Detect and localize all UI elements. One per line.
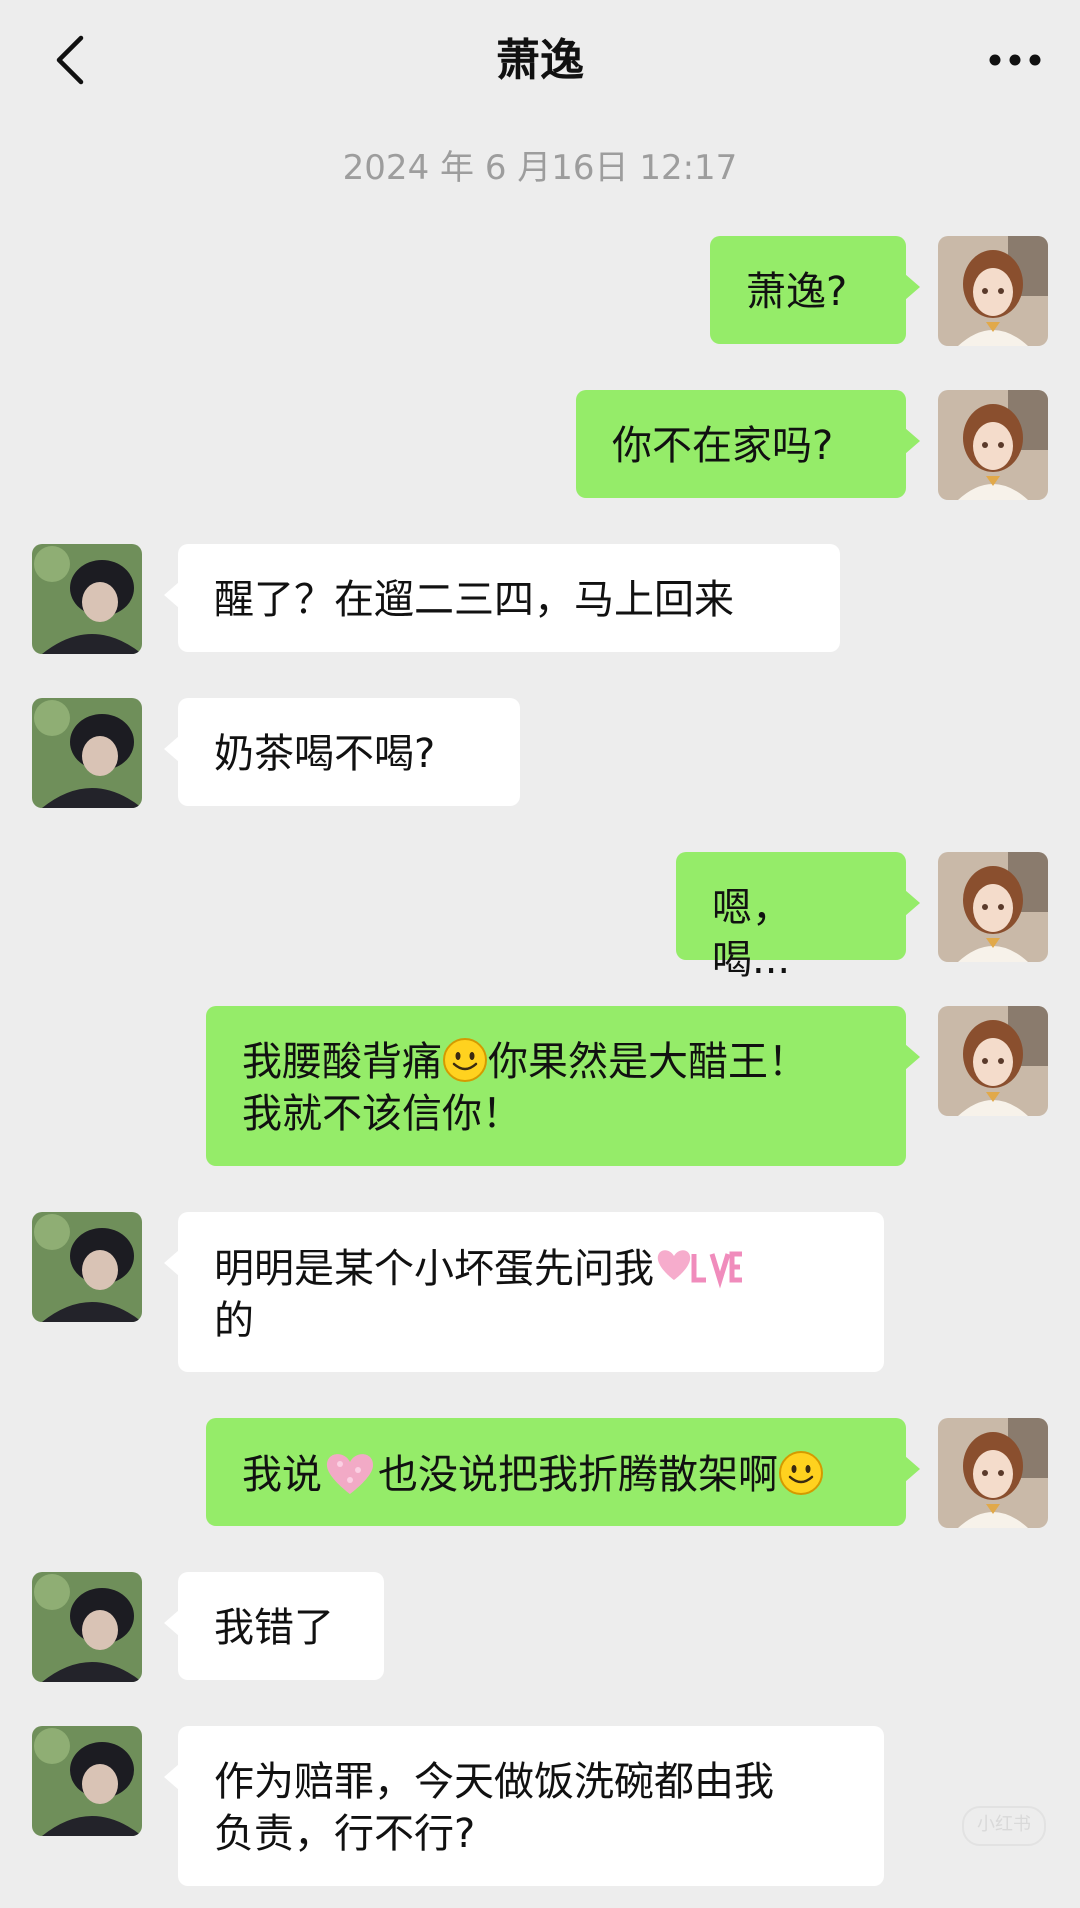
avatar[interactable] bbox=[32, 1572, 142, 1682]
message-bubble[interactable]: 醒了？在遛二三四，马上回来 bbox=[164, 544, 840, 652]
user-avatar-image bbox=[938, 1418, 1048, 1528]
smile-emoji bbox=[779, 1451, 823, 1495]
user-avatar-image bbox=[938, 852, 1048, 962]
message-bubble[interactable]: 我说 也没说把我折腾散架啊 bbox=[206, 1418, 920, 1526]
heart-sticker bbox=[326, 1454, 374, 1494]
avatar[interactable] bbox=[938, 390, 1048, 500]
avatar[interactable] bbox=[938, 1006, 1048, 1116]
message-text: 的 bbox=[214, 1298, 254, 1344]
message-text: 也没说把我折腾散架啊 bbox=[378, 1452, 778, 1498]
avatar[interactable] bbox=[32, 1212, 142, 1322]
avatar[interactable] bbox=[32, 544, 142, 654]
message-text: 我说 bbox=[242, 1452, 322, 1498]
user-avatar-image bbox=[938, 1006, 1048, 1116]
message-text: 明明是某个小坏蛋先问我 bbox=[214, 1246, 654, 1292]
message-text: 负责，行不行? bbox=[214, 1811, 476, 1857]
message-bubble[interactable]: 你不在家吗? bbox=[576, 390, 920, 498]
love-sticker bbox=[657, 1250, 742, 1289]
message-bubble[interactable]: 作为赔罪，今天做饭洗碗都由我 负责，行不行? bbox=[164, 1726, 884, 1886]
chat-title: 萧逸 bbox=[496, 35, 584, 86]
message-text: 奶茶喝不喝? bbox=[214, 731, 436, 777]
contact-avatar-image bbox=[32, 1726, 142, 1836]
contact-avatar-image bbox=[32, 1212, 142, 1322]
contact-avatar-image bbox=[32, 698, 142, 808]
avatar[interactable] bbox=[938, 852, 1048, 962]
message-bubble[interactable]: 嗯，喝... bbox=[676, 852, 920, 983]
message-bubble[interactable]: 奶茶喝不喝? bbox=[164, 698, 520, 806]
message-text: 我就不该信你！ bbox=[242, 1091, 522, 1137]
message-text: 你不在家吗? bbox=[612, 423, 834, 469]
message-text: 嗯，喝... bbox=[712, 885, 792, 983]
message-text: 你果然是大醋王！ bbox=[488, 1039, 808, 1085]
more-horizontal-icon bbox=[989, 54, 1041, 66]
chat-header: 萧逸 bbox=[0, 0, 1080, 122]
contact-avatar-image bbox=[32, 544, 142, 654]
message-bubble[interactable]: 明明是某个小坏蛋先问我 的 bbox=[164, 1212, 884, 1372]
avatar[interactable] bbox=[938, 236, 1048, 346]
message-text: 萧逸? bbox=[746, 269, 848, 315]
message-bubble[interactable]: 我腰酸背痛 你果然是大醋王！ 我就不该信你！ bbox=[206, 1006, 920, 1166]
message-text: 我错了 bbox=[214, 1605, 334, 1651]
message-text: 作为赔罪，今天做饭洗碗都由我 bbox=[214, 1759, 774, 1805]
watermark-logo: 小红书 bbox=[962, 1806, 1046, 1846]
contact-avatar-image bbox=[32, 1572, 142, 1682]
avatar[interactable] bbox=[32, 698, 142, 808]
user-avatar-image bbox=[938, 390, 1048, 500]
message-text: 我腰酸背痛 bbox=[242, 1039, 442, 1085]
message-timestamp: 2024 年 6 月16日 12:17 bbox=[342, 148, 738, 188]
message-bubble[interactable]: 萧逸? bbox=[710, 236, 920, 344]
avatar[interactable] bbox=[32, 1726, 142, 1836]
user-avatar-image bbox=[938, 236, 1048, 346]
more-button[interactable] bbox=[980, 30, 1050, 90]
smile-emoji bbox=[443, 1038, 487, 1082]
message-text: 醒了？在遛二三四，马上回来 bbox=[214, 577, 734, 623]
message-bubble[interactable]: 我错了 bbox=[164, 1572, 384, 1680]
avatar[interactable] bbox=[938, 1418, 1048, 1528]
